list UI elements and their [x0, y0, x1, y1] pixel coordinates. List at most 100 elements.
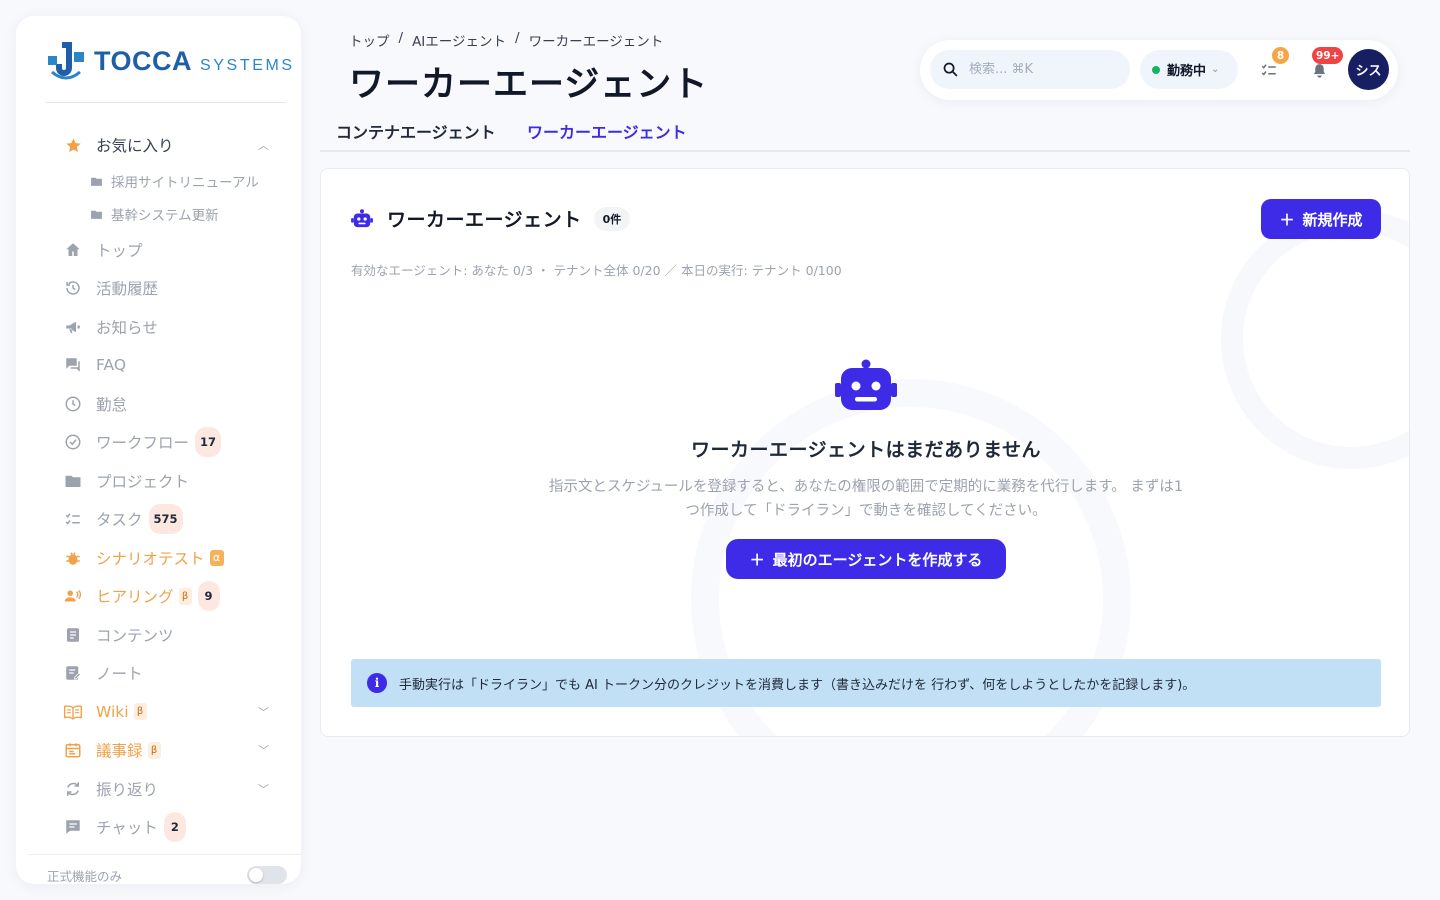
- chevron-down-icon[interactable]: ﹀: [258, 742, 269, 758]
- logo-text: TOCCA: [94, 45, 193, 76]
- sidebar-item-attendance[interactable]: 勤怠: [16, 385, 301, 424]
- clock-icon: [64, 395, 82, 413]
- chevron-down-icon: ⌄: [1211, 64, 1220, 75]
- sidebar-item-retrospective[interactable]: 振り返り ﹀: [16, 770, 301, 809]
- sidebar-item-wiki[interactable]: Wiki β ﹀: [16, 693, 301, 732]
- tab-container-agent[interactable]: コンテナエージェント: [336, 119, 496, 143]
- check-circle-icon: [64, 433, 82, 451]
- chevron-down-icon[interactable]: ﹀: [258, 781, 269, 797]
- sidebar-item-label: FAQ: [96, 356, 127, 375]
- count-pill: 0件: [593, 206, 631, 231]
- people-icon: [64, 587, 82, 605]
- empty-state-title: ワーカーエージェントはまだありません: [690, 439, 1042, 461]
- sidebar-nav: お気に入り ︿ 採用サイトリニューアル 基幹システム更新 トップ 活動履歴 お知…: [16, 126, 301, 847]
- sidebar-item-history[interactable]: 活動履歴: [16, 269, 301, 308]
- breadcrumb: トップ / AIエージェント / ワーカーエージェント: [349, 30, 663, 50]
- alpha-badge: α: [209, 549, 224, 566]
- sidebar-item-project[interactable]: プロジェクト: [16, 462, 301, 501]
- usage-meta: 有効なエージェント: あなた 0/3 ・ テナント全体 0/20 ／ 本日の実行…: [351, 263, 842, 278]
- divider: [28, 854, 301, 855]
- sidebar-item-note[interactable]: ノート: [16, 654, 301, 693]
- logo-mark-icon: [48, 42, 84, 80]
- robot-icon: [351, 208, 373, 227]
- breadcrumb-item[interactable]: AIエージェント: [412, 30, 506, 50]
- sidebar-item-scenario-test[interactable]: シナリオテスト α: [16, 539, 301, 578]
- sidebar-item-label: チャット: [96, 819, 158, 838]
- notifications-button[interactable]: 99+: [1308, 47, 1344, 81]
- new-agent-button[interactable]: ＋ 新規作成: [1261, 199, 1381, 239]
- search-icon: [943, 62, 958, 77]
- calendar-icon: [64, 741, 82, 759]
- favorite-item-label: 基幹システム更新: [111, 208, 219, 224]
- chat-icon: [64, 818, 82, 836]
- chevron-down-icon[interactable]: ﹀: [258, 704, 269, 720]
- task-list-button[interactable]: 8: [1258, 47, 1289, 81]
- favorite-item[interactable]: 基幹システム更新: [16, 198, 301, 231]
- sidebar-item-task[interactable]: タスク 575: [16, 500, 301, 539]
- sidebar-item-favorites[interactable]: お気に入り ︿: [16, 126, 301, 165]
- sidebar-item-workflow[interactable]: ワークフロー 17: [16, 423, 301, 462]
- folder-icon: [90, 175, 103, 188]
- create-first-agent-button[interactable]: ＋ 最初のエージェントを作成する: [726, 539, 1006, 579]
- bell-icon: [1313, 63, 1325, 78]
- chevron-up-icon[interactable]: ︿: [258, 137, 269, 153]
- favorite-item-label: 採用サイトリニューアル: [111, 175, 259, 191]
- search-box[interactable]: [930, 50, 1130, 89]
- count-badge: 9: [197, 581, 220, 612]
- notification-count-badge: 99+: [1312, 47, 1344, 64]
- task-count-badge: 8: [1272, 47, 1289, 64]
- sidebar-item-label: お気に入り: [96, 137, 174, 156]
- tab-bar: コンテナエージェント ワーカーエージェント: [320, 112, 1410, 152]
- logo-subtext: SYSTEMS: [200, 56, 295, 74]
- sidebar-item-label: お知らせ: [96, 318, 158, 337]
- sidebar-item-label: シナリオテスト: [96, 549, 205, 568]
- sidebar-item-top[interactable]: トップ: [16, 231, 301, 270]
- page-title: ワーカーエージェント: [349, 65, 709, 105]
- breadcrumb-item[interactable]: トップ: [349, 30, 390, 50]
- new-agent-button-label: 新規作成: [1302, 210, 1363, 229]
- home-icon: [64, 241, 82, 259]
- breadcrumb-separator: /: [515, 30, 520, 46]
- sidebar-item-label: コンテンツ: [96, 626, 174, 645]
- info-notice-text: 手動実行は「ドライラン」でも AI トークン分のクレジットを消費します（書き込み…: [399, 677, 1196, 693]
- sidebar-item-label: タスク: [96, 511, 143, 530]
- faq-icon: [64, 356, 82, 374]
- favorite-item[interactable]: 採用サイトリニューアル: [16, 165, 301, 198]
- bug-icon: [64, 549, 82, 567]
- logo[interactable]: TOCCA SYSTEMS: [48, 42, 295, 80]
- book-icon: [64, 703, 82, 721]
- work-status-dropdown[interactable]: 勤務中 ⌄: [1140, 50, 1238, 89]
- sidebar-item-label: ワークフロー: [96, 434, 190, 453]
- sidebar-item-chat[interactable]: チャット 2: [16, 808, 301, 847]
- sidebar-item-minutes[interactable]: 議事録 β ﹀: [16, 731, 301, 770]
- beta-badge: β: [178, 587, 192, 605]
- plus-icon: ＋: [749, 550, 765, 569]
- star-icon: [64, 136, 82, 154]
- refresh-icon: [64, 780, 82, 798]
- avatar[interactable]: シス: [1348, 49, 1389, 90]
- beta-badge: β: [133, 703, 147, 721]
- history-icon: [64, 279, 82, 297]
- sidebar-item-label: 振り返り: [96, 780, 159, 799]
- breadcrumb-separator: /: [398, 30, 404, 46]
- sidebar: TOCCA SYSTEMS お気に入り ︿ 採用サイトリニューアル 基幹システム…: [16, 16, 301, 884]
- search-input[interactable]: [969, 62, 1119, 77]
- sidebar-item-label: Wiki: [96, 702, 129, 721]
- folder-icon: [90, 208, 103, 221]
- document-icon: [64, 626, 82, 644]
- sidebar-item-label: 勤怠: [96, 395, 128, 414]
- worker-agent-card: ワーカーエージェント 0件 ＋ 新規作成 有効なエージェント: あなた 0/3 …: [320, 168, 1410, 737]
- background-decoration: [1221, 209, 1409, 469]
- sidebar-item-contents[interactable]: コンテンツ: [16, 616, 301, 655]
- sidebar-item-hearing[interactable]: ヒアリング β 9: [16, 577, 301, 616]
- divider: [46, 102, 286, 103]
- sidebar-item-label: ヒアリング: [96, 588, 174, 607]
- sidebar-item-faq[interactable]: FAQ: [16, 346, 301, 385]
- tab-worker-agent[interactable]: ワーカーエージェント: [527, 119, 687, 143]
- sidebar-item-label: トップ: [96, 241, 143, 260]
- megaphone-icon: [64, 318, 82, 336]
- sidebar-item-announcements[interactable]: お知らせ: [16, 308, 301, 347]
- note-icon: [64, 664, 82, 682]
- official-only-toggle[interactable]: [247, 866, 287, 884]
- sidebar-item-label: ノート: [96, 665, 143, 684]
